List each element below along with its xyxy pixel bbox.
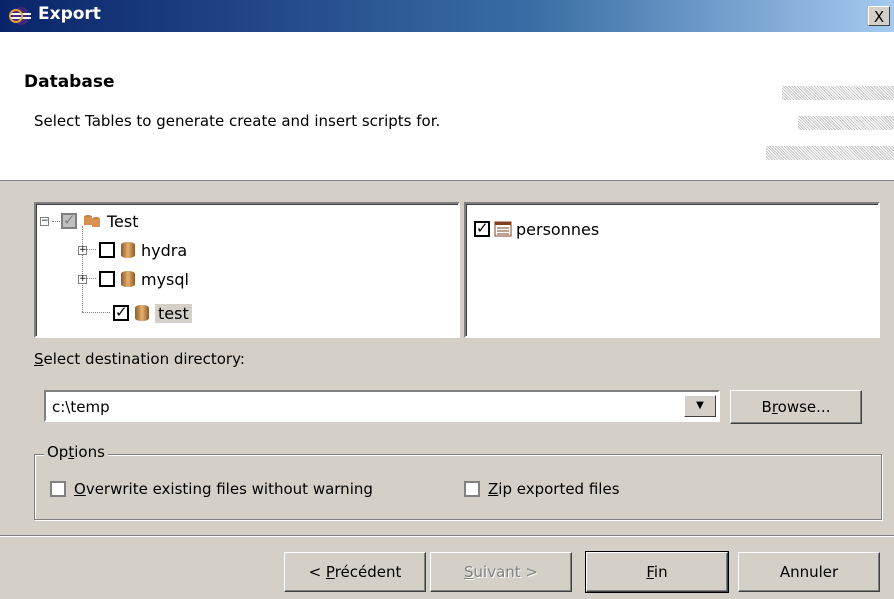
zip-label: Zip exported files	[488, 480, 620, 498]
mysql-checkbox[interactable]	[99, 271, 115, 287]
overwrite-option[interactable]: Overwrite existing files without warning	[50, 480, 373, 498]
table-icon	[494, 221, 512, 237]
overwrite-checkbox[interactable]	[50, 481, 66, 497]
database-icon	[121, 242, 135, 258]
options-legend: Options	[44, 443, 108, 461]
database-icon	[121, 271, 135, 287]
tree-item-test[interactable]: test	[93, 300, 192, 326]
browse-button[interactable]: Browse...	[730, 390, 862, 424]
tree-item-hydra[interactable]: + hydra	[78, 237, 187, 263]
root-checkbox[interactable]	[61, 211, 77, 229]
tables-list[interactable]: personnes	[464, 202, 880, 338]
tree-item-label: hydra	[141, 240, 188, 260]
finish-button[interactable]: Fin	[585, 551, 729, 593]
header-graphic-3	[766, 146, 894, 160]
destination-input[interactable]: c:\temp	[52, 398, 110, 416]
list-item[interactable]: personnes	[474, 216, 599, 242]
database-icon	[135, 305, 149, 321]
tree-item-label: Test	[107, 211, 139, 231]
button-separator	[0, 535, 894, 537]
overwrite-label: Overwrite existing files without warning	[74, 480, 373, 498]
eclipse-icon	[9, 7, 31, 25]
tree-item-mysql[interactable]: + mysql	[78, 266, 189, 292]
tree-item-label: mysql	[141, 269, 189, 289]
expand-icon[interactable]: +	[78, 245, 87, 255]
tree-item-label: test	[155, 303, 192, 323]
chevron-down-icon: ▼	[696, 400, 704, 411]
close-button[interactable]: X	[868, 6, 890, 26]
header-graphic	[782, 86, 894, 100]
page-title: Database	[24, 72, 115, 92]
close-icon: X	[873, 8, 885, 26]
expand-icon[interactable]: +	[78, 274, 87, 284]
collapse-icon[interactable]: −	[40, 216, 49, 226]
header-graphic-2	[798, 116, 894, 130]
zip-option[interactable]: Zip exported files	[464, 480, 620, 498]
test-checkbox[interactable]	[113, 303, 129, 321]
window-title: Export	[38, 4, 101, 24]
title-bar[interactable]: Export X	[0, 0, 894, 32]
database-tree[interactable]: − Test + hydra + mysql test	[34, 202, 460, 338]
hydra-checkbox[interactable]	[99, 242, 115, 258]
back-button[interactable]: < Précédent	[284, 552, 426, 592]
wizard-header	[0, 32, 894, 181]
dropdown-button[interactable]: ▼	[684, 395, 716, 417]
destination-combo[interactable]: c:\temp ▼	[44, 390, 720, 422]
next-button[interactable]: Suivant >	[430, 552, 572, 592]
personnes-checkbox[interactable]	[474, 219, 490, 237]
list-item-label: personnes	[516, 219, 600, 239]
destination-label: Select destination directory:	[34, 350, 245, 368]
tree-item-root[interactable]: − Test	[40, 208, 139, 234]
databases-icon	[84, 215, 100, 227]
zip-checkbox[interactable]	[464, 481, 480, 497]
page-description: Select Tables to generate create and ins…	[34, 112, 441, 130]
cancel-button[interactable]: Annuler	[738, 552, 880, 592]
